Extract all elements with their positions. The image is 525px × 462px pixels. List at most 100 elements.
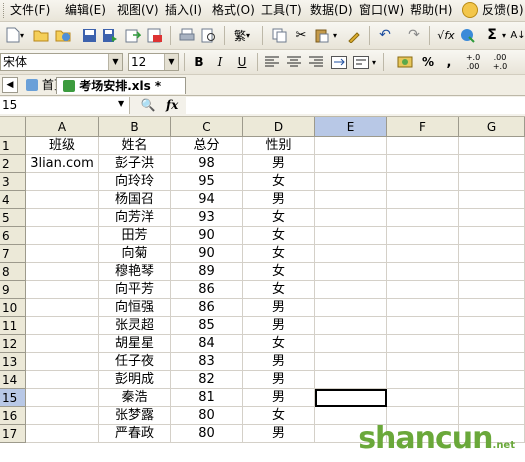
cell-e2[interactable]	[315, 155, 387, 173]
save-icon[interactable]	[80, 26, 98, 44]
pdf-icon[interactable]	[146, 26, 164, 44]
cell-f1[interactable]	[387, 137, 459, 155]
cell-c13[interactable]: 83	[171, 353, 243, 371]
cell-d2[interactable]: 男	[243, 155, 315, 173]
cell-g10[interactable]	[459, 299, 525, 317]
cell-b8[interactable]: 穆艳琴	[99, 263, 171, 281]
cell-a15[interactable]	[26, 389, 99, 407]
cell-g11[interactable]	[459, 317, 525, 335]
cell-g4[interactable]	[459, 191, 525, 209]
menu-help[interactable]: 帮助(H)	[410, 3, 452, 18]
cell-a14[interactable]	[26, 371, 99, 389]
cell-d7[interactable]: 女	[243, 245, 315, 263]
open-web-icon[interactable]	[54, 26, 72, 44]
cell-b1[interactable]: 姓名	[99, 137, 171, 155]
cell-c6[interactable]: 90	[171, 227, 243, 245]
decrease-decimal-icon[interactable]: .00 +.0	[490, 53, 510, 71]
insert-function-button[interactable]: fx	[166, 98, 178, 112]
cell-c12[interactable]: 84	[171, 335, 243, 353]
cell-d5[interactable]: 女	[243, 209, 315, 227]
cell-a3[interactable]	[26, 173, 99, 191]
tab-scroll-left-icon[interactable]: ◀	[2, 77, 18, 93]
cell-d12[interactable]: 女	[243, 335, 315, 353]
cell-c4[interactable]: 94	[171, 191, 243, 209]
cell-f12[interactable]	[387, 335, 459, 353]
tab-current-file[interactable]: 考场安排.xls *	[56, 77, 186, 94]
cell-d6[interactable]: 女	[243, 227, 315, 245]
menu-feedback[interactable]: 反馈(B)	[482, 3, 524, 18]
cell-a17[interactable]	[26, 425, 99, 443]
cell-b4[interactable]: 杨国召	[99, 191, 171, 209]
cell-e1[interactable]	[315, 137, 387, 155]
cell-c2[interactable]: 98	[171, 155, 243, 173]
cell-e8[interactable]	[315, 263, 387, 281]
row-header[interactable]: 10	[0, 299, 26, 317]
font-name-select[interactable]: 宋体 ▼	[0, 53, 123, 71]
row-header[interactable]: 3	[0, 173, 26, 191]
cell-e7[interactable]	[315, 245, 387, 263]
cell-f13[interactable]	[387, 353, 459, 371]
cell-d14[interactable]: 男	[243, 371, 315, 389]
row-header[interactable]: 4	[0, 191, 26, 209]
cell-f3[interactable]	[387, 173, 459, 191]
cell-a8[interactable]	[26, 263, 99, 281]
cell-a7[interactable]	[26, 245, 99, 263]
cell-e5[interactable]	[315, 209, 387, 227]
column-header-b[interactable]: B	[99, 117, 171, 137]
cell-e4[interactable]	[315, 191, 387, 209]
cell-a13[interactable]	[26, 353, 99, 371]
percent-icon[interactable]: %	[419, 53, 437, 71]
row-header[interactable]: 13	[0, 353, 26, 371]
cell-c16[interactable]: 80	[171, 407, 243, 425]
cell-d10[interactable]: 男	[243, 299, 315, 317]
cell-c9[interactable]: 86	[171, 281, 243, 299]
row-header[interactable]: 15	[0, 389, 26, 407]
cell-c1[interactable]: 总分	[171, 137, 243, 155]
chevron-down-icon[interactable]: ▾	[500, 26, 508, 44]
cell-a1[interactable]: 班级	[26, 137, 99, 155]
font-size-select[interactable]: 12 ▼	[128, 53, 179, 71]
row-header[interactable]: 11	[0, 317, 26, 335]
cell-g14[interactable]	[459, 371, 525, 389]
row-header[interactable]: 12	[0, 335, 26, 353]
menu-view[interactable]: 视图(V)	[117, 3, 159, 18]
cell-c7[interactable]: 90	[171, 245, 243, 263]
cell-b2[interactable]: 彭子洪	[99, 155, 171, 173]
cell-d11[interactable]: 男	[243, 317, 315, 335]
italic-icon[interactable]: I	[211, 53, 229, 71]
column-header-e[interactable]: E	[315, 117, 387, 137]
menu-edit[interactable]: 编辑(E)	[65, 3, 106, 18]
currency-icon[interactable]	[396, 53, 414, 71]
column-header-a[interactable]: A	[26, 117, 99, 137]
row-header[interactable]: 2	[0, 155, 26, 173]
cell-b10[interactable]: 向恒强	[99, 299, 171, 317]
chevron-down-icon[interactable]: ▾	[370, 53, 378, 71]
chevron-down-icon[interactable]: ▼	[108, 54, 122, 70]
cell-b9[interactable]: 向平芳	[99, 281, 171, 299]
cell-a5[interactable]	[26, 209, 99, 227]
cell-f5[interactable]	[387, 209, 459, 227]
cell-b16[interactable]: 张梦露	[99, 407, 171, 425]
cell-d8[interactable]: 女	[243, 263, 315, 281]
name-box[interactable]: 15	[0, 97, 130, 114]
cell-g5[interactable]	[459, 209, 525, 227]
row-header[interactable]: 1	[0, 137, 26, 155]
cell-e11[interactable]	[315, 317, 387, 335]
cell-c3[interactable]: 95	[171, 173, 243, 191]
menu-window[interactable]: 窗口(W)	[359, 3, 404, 18]
cell-b17[interactable]: 严春政	[99, 425, 171, 443]
cell-e6[interactable]	[315, 227, 387, 245]
undo-icon[interactable]: ↶	[376, 26, 394, 44]
cell-d13[interactable]: 男	[243, 353, 315, 371]
hyperlink-icon[interactable]	[459, 26, 477, 44]
cell-a9[interactable]	[26, 281, 99, 299]
cell-g9[interactable]	[459, 281, 525, 299]
cell-g12[interactable]	[459, 335, 525, 353]
cell-d15[interactable]: 男	[243, 389, 315, 407]
merge-center-icon[interactable]	[330, 53, 348, 71]
menu-data[interactable]: 数据(D)	[310, 3, 353, 18]
cell-b13[interactable]: 任子夜	[99, 353, 171, 371]
cell-g1[interactable]	[459, 137, 525, 155]
column-header-f[interactable]: F	[387, 117, 459, 137]
menu-file[interactable]: 文件(F)	[10, 3, 50, 18]
